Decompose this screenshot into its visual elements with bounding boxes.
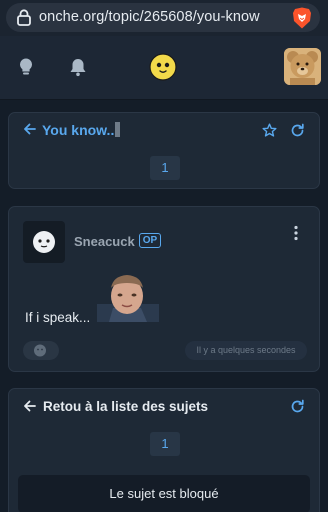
ghost-smiley-icon [33,231,55,253]
post-card: Sneacuck OP If i speak... Il y a quelque… [8,206,320,372]
refresh-icon[interactable] [290,399,305,414]
vertical-dots-icon[interactable] [292,225,300,241]
lock-icon[interactable] [16,9,32,26]
url-text[interactable]: onche.org/topic/265608/you-know [39,9,260,25]
sticker-react-icon [34,344,46,357]
topic-locked-notice: Le sujet est bloqué [18,475,310,512]
user-avatar[interactable] [284,48,321,85]
topic-header-card: You know.. 1 [8,112,320,189]
refresh-icon[interactable] [290,123,305,138]
arrow-left-icon[interactable] [23,399,37,413]
op-badge: OP [139,233,161,248]
face-sticker-image [95,274,159,322]
back-to-topic-list-link[interactable]: Retou à la liste des sujets [43,399,208,414]
teddy-bear-avatar-image [284,48,321,85]
bell-icon[interactable] [68,57,88,77]
text-cursor [115,122,121,137]
brave-lion-icon[interactable] [290,6,314,30]
page-button-1[interactable]: 1 [150,156,180,180]
post-timestamp: Il y a quelques secondes [185,341,307,360]
star-icon[interactable] [262,123,277,138]
page-button-1[interactable]: 1 [150,432,180,456]
site-header [0,36,328,100]
topic-title[interactable]: You know.. [42,122,121,138]
post-username[interactable]: Sneacuck [74,234,135,249]
post-text: If i speak... [25,310,91,325]
browser-url-bar: onche.org/topic/265608/you-know [0,0,328,36]
sticker-react-button[interactable] [23,341,59,360]
post-author-avatar[interactable] [23,221,65,263]
lightbulb-icon[interactable] [16,57,36,77]
topic-footer-card: Retou à la liste des sujets 1 Le sujet e… [8,388,320,512]
arrow-left-icon[interactable] [23,122,37,136]
smiley-logo-icon[interactable] [149,53,177,81]
address-field[interactable]: onche.org/topic/265608/you-know [6,3,320,32]
